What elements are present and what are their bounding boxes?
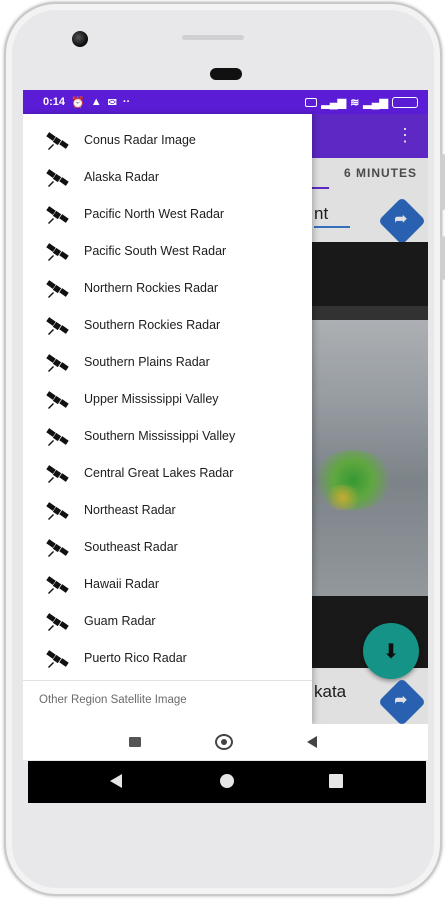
satellite-icon [45, 391, 69, 409]
phone-frame: 0:14 ⏰ ▲ ✉ ·· ▂▄▆ ≋ ▂▄▆ ⋮ 6 MINUTES nt ➦… [4, 2, 445, 896]
status-time: 0:14 [43, 96, 66, 108]
power-button [440, 236, 445, 280]
satellite-icon [45, 465, 69, 483]
drawer-item-label: Northern Rockies Radar [84, 281, 219, 295]
satellite-icon [45, 428, 69, 446]
device-nav-bar [28, 761, 426, 803]
device-home-button[interactable] [220, 774, 234, 788]
screen: 0:14 ⏰ ▲ ✉ ·· ▂▄▆ ≋ ▂▄▆ ⋮ 6 MINUTES nt ➦… [23, 90, 428, 760]
signal-icon-2: ▂▄▆ [363, 96, 388, 109]
drawer-item[interactable]: Central Great Lakes Radar [23, 455, 312, 492]
satellite-icon [45, 243, 69, 261]
satellite-icon [45, 502, 69, 520]
alarm-icon: ⏰ [71, 96, 85, 109]
drawer-item[interactable]: Alaska Radar [23, 159, 312, 196]
drawer-item-label: Pacific South West Radar [84, 244, 227, 258]
drawer-item-label: Hawaii Radar [84, 577, 160, 591]
satellite-icon [45, 132, 69, 150]
drawer-item[interactable]: Southern Rockies Radar [23, 307, 312, 344]
device-back-button[interactable] [110, 774, 122, 788]
satellite-icon [45, 280, 69, 298]
satellite-icon [45, 650, 69, 668]
drawer-item[interactable]: Northeast Radar [23, 492, 312, 529]
drawer-item-label: Puerto Rico Radar [84, 651, 187, 665]
drawer-section-other-region[interactable]: Other Region Satellite Image [39, 694, 187, 706]
drawer-item-label: Upper Mississippi Valley [84, 392, 219, 406]
dots-icon: ·· [122, 96, 131, 108]
drawer-item-label: Alaska Radar [84, 170, 160, 184]
top-speaker [182, 35, 244, 40]
home-button[interactable] [215, 734, 233, 750]
drawer-item[interactable]: Conus Radar Image [23, 122, 312, 159]
drawer-item[interactable]: Southern Mississippi Valley [23, 418, 312, 455]
battery-icon [392, 96, 418, 108]
drawer-item-label: Southern Plains Radar [84, 355, 210, 369]
drawer-item[interactable]: Guam Radar [23, 603, 312, 640]
satellite-icon [45, 354, 69, 372]
satellite-icon [45, 539, 69, 557]
drawer-item-label: Northeast Radar [84, 503, 176, 517]
drawer-item-label: Guam Radar [84, 614, 156, 628]
navigation-drawer: Other Region Satellite Image Conus Radar… [23, 114, 312, 724]
drawer-item-label: Conus Radar Image [84, 133, 196, 147]
notification-icon: ▲ [90, 96, 102, 108]
wifi-icon: ≋ [350, 96, 360, 109]
mail-icon: ✉ [107, 96, 117, 109]
drawer-item-label: Pacific North West Radar [84, 207, 225, 221]
earpiece [210, 68, 242, 80]
drawer-item-label: Southern Mississippi Valley [84, 429, 236, 443]
satellite-icon [45, 206, 69, 224]
volume-button [440, 154, 445, 210]
satellite-icon [45, 613, 69, 631]
drawer-item-label: Central Great Lakes Radar [84, 466, 234, 480]
front-camera [72, 31, 88, 47]
back-button[interactable] [307, 736, 317, 748]
drawer-item-label: Southeast Radar [84, 540, 178, 554]
drawer-item[interactable]: Southern Plains Radar [23, 344, 312, 381]
device-recents-button[interactable] [329, 774, 343, 788]
nfc-icon [305, 97, 318, 107]
drawer-item[interactable]: Hawaii Radar [23, 566, 312, 603]
satellite-icon [45, 576, 69, 594]
signal-icon: ▂▄▆ [321, 96, 347, 109]
drawer-item[interactable]: Puerto Rico Radar [23, 640, 312, 677]
drawer-item[interactable]: Pacific South West Radar [23, 233, 312, 270]
drawer-item[interactable]: Upper Mississippi Valley [23, 381, 312, 418]
drawer-item[interactable]: Southeast Radar [23, 529, 312, 566]
drawer-item[interactable]: Northern Rockies Radar [23, 270, 312, 307]
status-bar: 0:14 ⏰ ▲ ✉ ·· ▂▄▆ ≋ ▂▄▆ [23, 90, 428, 114]
satellite-icon [45, 317, 69, 335]
drawer-item[interactable]: Pacific North West Radar [23, 196, 312, 233]
drawer-item-label: Southern Rockies Radar [84, 318, 221, 332]
satellite-icon [45, 169, 69, 187]
drawer-divider [23, 680, 312, 681]
recents-button[interactable] [129, 737, 141, 747]
